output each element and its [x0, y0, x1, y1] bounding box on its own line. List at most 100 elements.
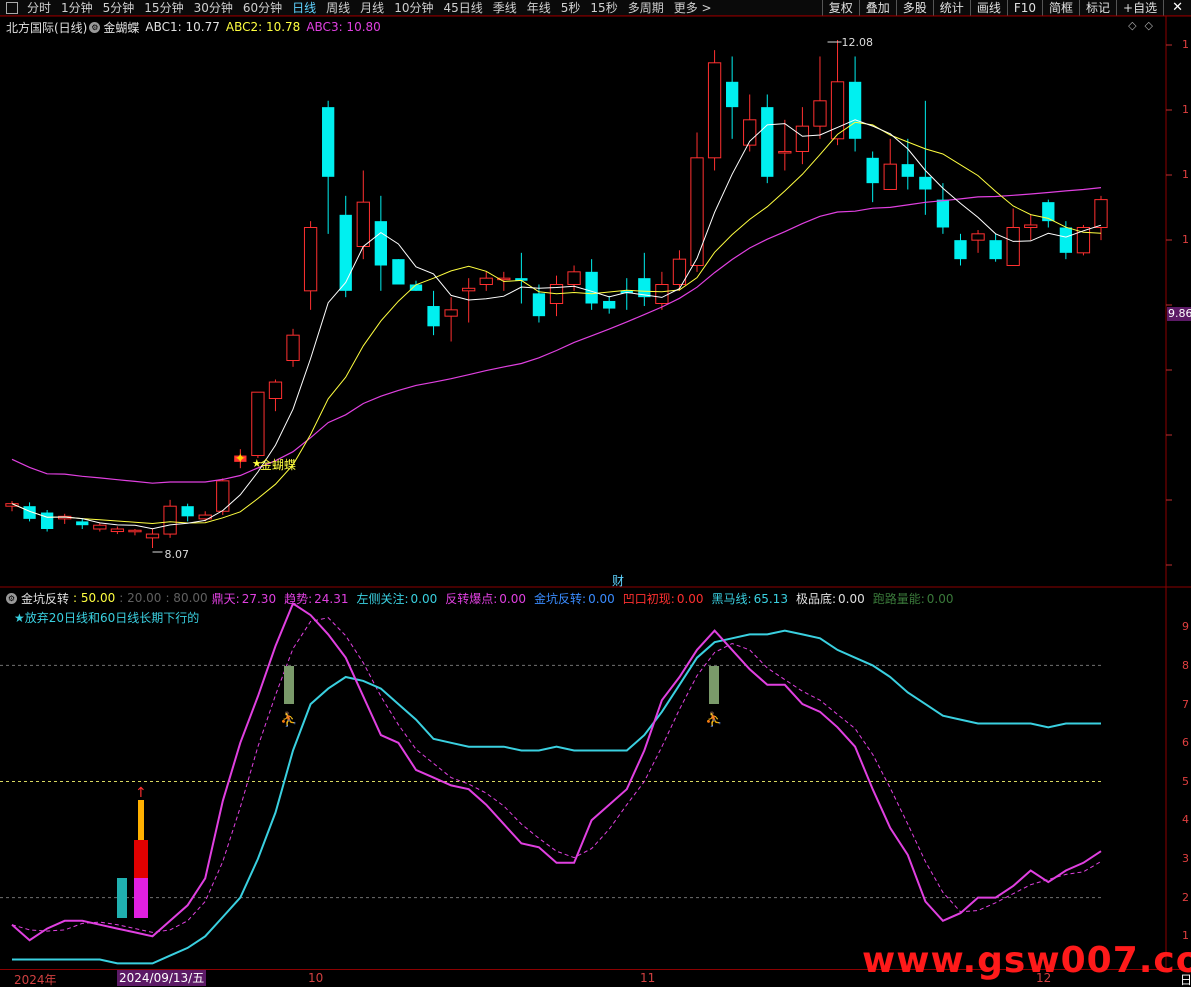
sub-axis-tick-8: 1 [1182, 929, 1189, 942]
sub-axis-tick-1: 8 [1182, 659, 1189, 672]
current-date: 2024/09/13/五 [117, 970, 207, 986]
candle-down [936, 199, 950, 228]
sub-item-value: 0.00 [410, 591, 438, 606]
signal-bar-red [134, 840, 148, 878]
candle-down [761, 107, 774, 177]
candle-up [145, 533, 160, 539]
candle-up [128, 529, 142, 533]
candle-down [40, 512, 54, 529]
runner-icon: ⛹ [280, 710, 297, 728]
candle-up [1094, 199, 1108, 228]
signal-bar-cyan [117, 878, 127, 918]
sub-item-value: 27.30 [241, 591, 277, 606]
sub-item-value: 65.13 [753, 591, 788, 606]
current-price-tag: 9.86 [1167, 307, 1191, 321]
sub-item-3: 反转爆点: 0.00 [445, 592, 530, 606]
signal-bar-orange [138, 800, 144, 840]
candle-up [1024, 224, 1038, 228]
finance-marker[interactable]: 财 [612, 572, 624, 589]
signal-bar-green-2 [709, 666, 719, 704]
candle-up [971, 233, 985, 241]
candle-down [866, 157, 879, 184]
chart-canvas[interactable]: 12.088.07★✦ 金蝴蝶↑⛹ ⛹ [0, 0, 1191, 987]
sub-axis-tick-7: 2 [1182, 891, 1189, 904]
candle-up [286, 334, 300, 362]
sub-axis-tick-3: 6 [1182, 736, 1189, 749]
sub-item-0: 鼎天: 27.30 [212, 592, 280, 606]
sub-item-label: 反转爆点: [445, 591, 498, 606]
candle-up [462, 287, 476, 292]
sub-item-label: 趋势: [284, 591, 313, 606]
sub-chart-header: ⚙ 金坑反转 : 50.00 : 20.00 : 80.00 鼎天: 27.30 趋… [0, 590, 965, 606]
candle-down [901, 164, 914, 177]
candle-up [567, 271, 581, 285]
candle-down [374, 221, 388, 266]
sub-item-label: 黑马线: [711, 591, 752, 606]
candle-up [479, 277, 493, 285]
signal-label: 金蝴蝶 [260, 457, 296, 472]
price-axis-tick-0: 1 [1182, 38, 1189, 51]
candle-up [251, 391, 265, 457]
candle-up [795, 125, 810, 152]
signal-bar-magenta [134, 878, 148, 918]
sub-item-8: 跑路量能: 0.00 [873, 592, 958, 606]
sub-item-label: 鼎天: [211, 591, 240, 606]
sub-item-value: 0.00 [588, 591, 615, 606]
candle-down [339, 214, 352, 291]
sub-item-label: 左侧关注: [356, 591, 409, 606]
candle-up [778, 150, 792, 154]
candle-up [110, 528, 125, 533]
candle-down [725, 81, 739, 108]
sub-axis-tick-0: 9 [1182, 620, 1189, 633]
candle-down [76, 521, 89, 526]
price-axis-tick-3: 1 [1182, 233, 1189, 246]
candle-up [163, 505, 177, 535]
date-label-0: 2024年 [14, 973, 57, 987]
candle-down [585, 271, 598, 304]
sub-item-label: 凹口初现: [622, 591, 675, 606]
candle-up [813, 100, 827, 127]
candle-up [444, 309, 458, 317]
price-axis-tick-1: 1 [1182, 103, 1189, 116]
sub-items: 鼎天: 27.30 趋势: 24.31 左侧关注: 0.00 反转爆点: 0.00 金坑反转: 0… [212, 590, 962, 607]
candle-down [1059, 227, 1073, 253]
candle-up [93, 524, 107, 530]
price-axis-tick-2: 1 [1182, 168, 1189, 181]
high-label: 12.08 [842, 36, 874, 49]
sub-indicator-settings-icon[interactable]: ⚙ [6, 592, 17, 604]
sub-param-3: : 80.00 [165, 591, 208, 605]
abc3-line [11, 187, 1102, 484]
sub-item-2: 左侧关注: 0.00 [356, 592, 441, 606]
sub-item-label: 金坑反转: [534, 591, 587, 606]
blackhorse-line [12, 629, 1101, 965]
candle-down [989, 240, 1002, 260]
candle-up [268, 381, 283, 400]
sub-item-label: 跑路量能: [872, 591, 925, 606]
low-label: 8.07 [165, 548, 190, 561]
candle-down [427, 306, 440, 327]
sub-item-6: 黑马线: 65.13 [712, 592, 792, 606]
sub-item-5: 凹口初现: 0.00 [623, 592, 708, 606]
sub-indicator-name[interactable]: 金坑反转 [21, 590, 69, 607]
candle-up [690, 157, 704, 266]
candle-down [392, 259, 405, 285]
sub-axis-tick-2: 7 [1182, 698, 1189, 711]
candle-down [603, 300, 616, 309]
signal-bar-green-1 [284, 666, 294, 704]
butterfly-icon: ✦ [234, 451, 246, 467]
sub-item-label: 极品底: [795, 591, 836, 606]
up-arrow-icon: ↑ [135, 785, 147, 801]
candle-down [919, 176, 932, 190]
abc1-line [11, 119, 1102, 530]
dingtian-line [11, 601, 1102, 942]
candle-down [181, 506, 194, 517]
sub-item-value: 0.00 [926, 591, 954, 606]
candle-down [848, 81, 862, 139]
date-label-1: 10 [308, 971, 324, 985]
candle-up [303, 226, 318, 292]
sub-param-1: : 50.00 [73, 591, 116, 605]
sub-axis-tick-4: 5 [1182, 775, 1189, 788]
sub-item-value: 0.00 [838, 591, 865, 606]
candle-up [1006, 226, 1020, 266]
candle-up [655, 283, 669, 305]
